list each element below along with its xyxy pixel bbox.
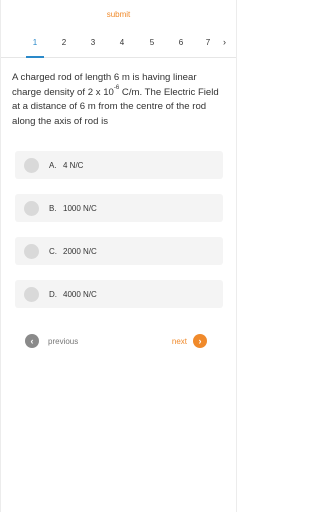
next-button[interactable]: next › <box>172 334 207 348</box>
submit-button[interactable]: submit <box>107 10 131 19</box>
option-d[interactable]: D. 4000 N/C <box>15 280 223 308</box>
option-c[interactable]: C. 2000 N/C <box>15 237 223 265</box>
radio-icon[interactable] <box>24 200 39 216</box>
question-exponent: -6 <box>113 85 120 92</box>
question-navigation: ‹ previous next › <box>1 334 236 350</box>
option-text: 1000 N/C <box>63 203 97 213</box>
option-letter: C. <box>49 246 57 256</box>
option-text: 4 N/C <box>63 160 84 170</box>
option-letter: A. <box>49 160 57 170</box>
option-text: 2000 N/C <box>63 246 97 256</box>
tab-3[interactable]: 3 <box>85 38 101 47</box>
option-letter: D. <box>49 289 57 299</box>
previous-button[interactable]: ‹ previous <box>25 334 78 348</box>
question-tabs: 1 2 3 4 5 6 7 › <box>1 30 236 58</box>
active-tab-indicator <box>26 56 44 58</box>
question-text: A charged rod of length 6 m is having li… <box>1 58 236 129</box>
tab-1[interactable]: 1 <box>27 38 43 47</box>
tab-5[interactable]: 5 <box>144 38 160 47</box>
tabs-next-icon[interactable]: › <box>223 37 226 47</box>
previous-label[interactable]: previous <box>48 337 78 346</box>
tab-7[interactable]: 7 <box>200 38 216 47</box>
option-letter: B. <box>49 203 57 213</box>
chevron-right-icon[interactable]: › <box>193 334 207 348</box>
header: submit <box>1 0 236 30</box>
tab-6[interactable]: 6 <box>173 38 189 47</box>
radio-icon[interactable] <box>24 286 39 302</box>
option-text: 4000 N/C <box>63 289 97 299</box>
radio-icon[interactable] <box>24 243 39 259</box>
radio-icon[interactable] <box>24 157 39 173</box>
chevron-left-icon[interactable]: ‹ <box>25 334 39 348</box>
next-label[interactable]: next <box>172 337 187 346</box>
option-b[interactable]: B. 1000 N/C <box>15 194 223 222</box>
tab-4[interactable]: 4 <box>114 38 130 47</box>
option-a[interactable]: A. 4 N/C <box>15 151 223 179</box>
tab-2[interactable]: 2 <box>56 38 72 47</box>
